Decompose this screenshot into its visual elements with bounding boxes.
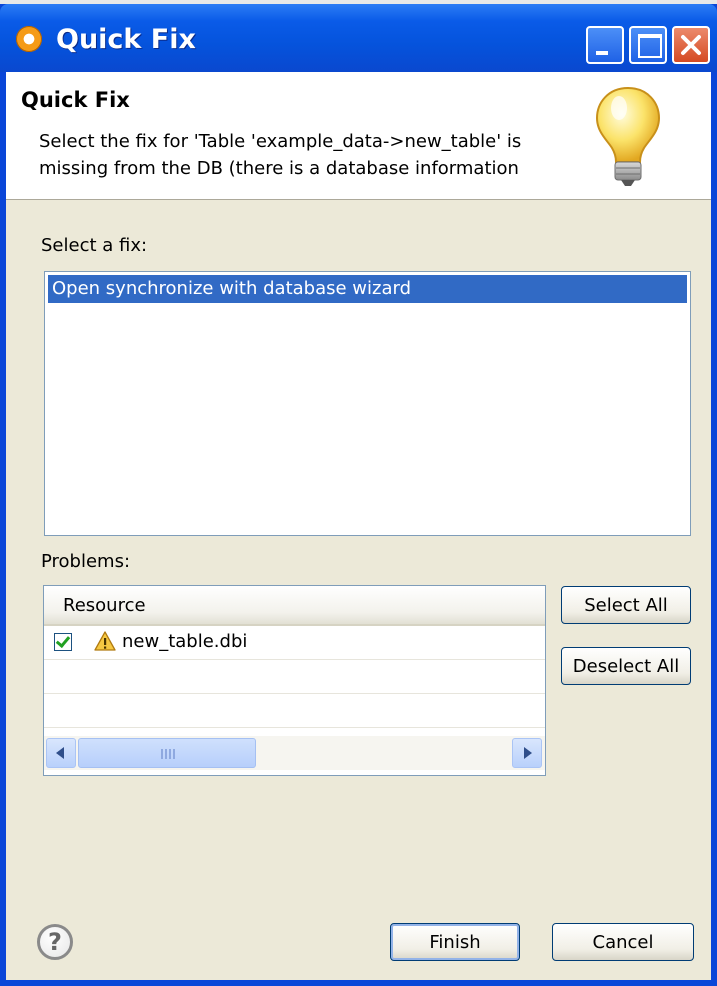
select-all-button[interactable]: Select All <box>561 586 691 624</box>
lightbulb-icon <box>595 86 661 186</box>
cancel-button[interactable]: Cancel <box>552 923 694 961</box>
help-icon[interactable]: ? <box>37 924 73 960</box>
scroll-right-button[interactable] <box>512 738 542 768</box>
dialog-body: Quick Fix Select the fix for 'Table 'exa… <box>6 72 711 980</box>
horizontal-scrollbar[interactable] <box>44 736 545 770</box>
warning-icon <box>94 631 116 651</box>
finish-button[interactable]: Finish <box>390 923 520 961</box>
scroll-thumb[interactable] <box>78 738 256 768</box>
deselect-all-button[interactable]: Deselect All <box>561 647 691 685</box>
problems-label: Problems: <box>41 551 131 572</box>
scroll-left-button[interactable] <box>46 738 76 768</box>
header-message-line1: Select the fix for 'Table 'example_data-… <box>39 131 522 152</box>
quick-fix-window: Quick Fix Quick Fix Select the fix for '… <box>0 4 717 986</box>
table-row-empty <box>44 660 545 694</box>
table-row[interactable]: new_table.dbi <box>44 626 545 660</box>
resource-column-header[interactable]: Resource <box>44 586 545 626</box>
maximize-button[interactable] <box>629 26 667 64</box>
eclipse-icon <box>16 26 42 52</box>
select-fix-label: Select a fix: <box>41 235 148 256</box>
close-icon <box>681 35 701 55</box>
fix-list-item[interactable]: Open synchronize with database wizard <box>48 275 687 303</box>
close-button[interactable] <box>672 26 710 64</box>
minimize-button[interactable] <box>586 26 624 64</box>
dialog-header: Quick Fix Select the fix for 'Table 'exa… <box>6 72 711 200</box>
title-bar[interactable]: Quick Fix <box>0 4 717 72</box>
resource-name: new_table.dbi <box>122 631 248 652</box>
header-message: Select the fix for 'Table 'example_data-… <box>39 128 559 182</box>
fix-list[interactable]: Open synchronize with database wizard <box>44 271 691 536</box>
resource-column-label: Resource <box>63 595 146 616</box>
table-row-empty <box>44 694 545 728</box>
row-checkbox[interactable] <box>54 633 72 651</box>
grip-icon <box>161 749 175 759</box>
header-title: Quick Fix <box>21 88 130 112</box>
problems-table[interactable]: Resource new_table.dbi <box>43 585 546 776</box>
header-message-line2: missing from the DB (there is a database… <box>39 158 519 179</box>
window-title: Quick Fix <box>56 24 196 55</box>
